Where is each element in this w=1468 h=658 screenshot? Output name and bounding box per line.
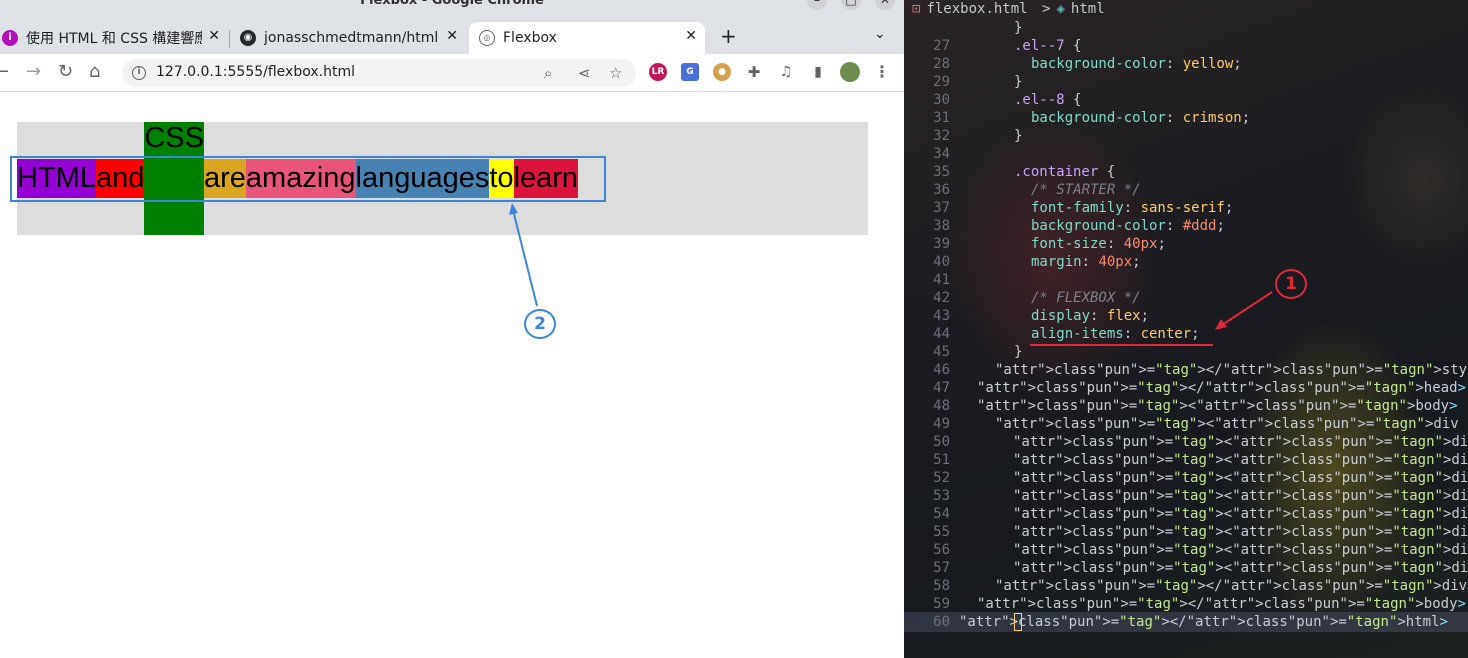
- browser-window: Flexbox - Google Chrome – □ ✕ i 使用 HTML …: [0, 0, 904, 658]
- annotation-arrow-1: [1215, 291, 1273, 330]
- annotation-badge-2: 2: [524, 309, 556, 339]
- annotation-arrow: [509, 203, 538, 307]
- annotation-badge-1: 1: [1275, 269, 1307, 299]
- text-cursor: [1014, 613, 1022, 631]
